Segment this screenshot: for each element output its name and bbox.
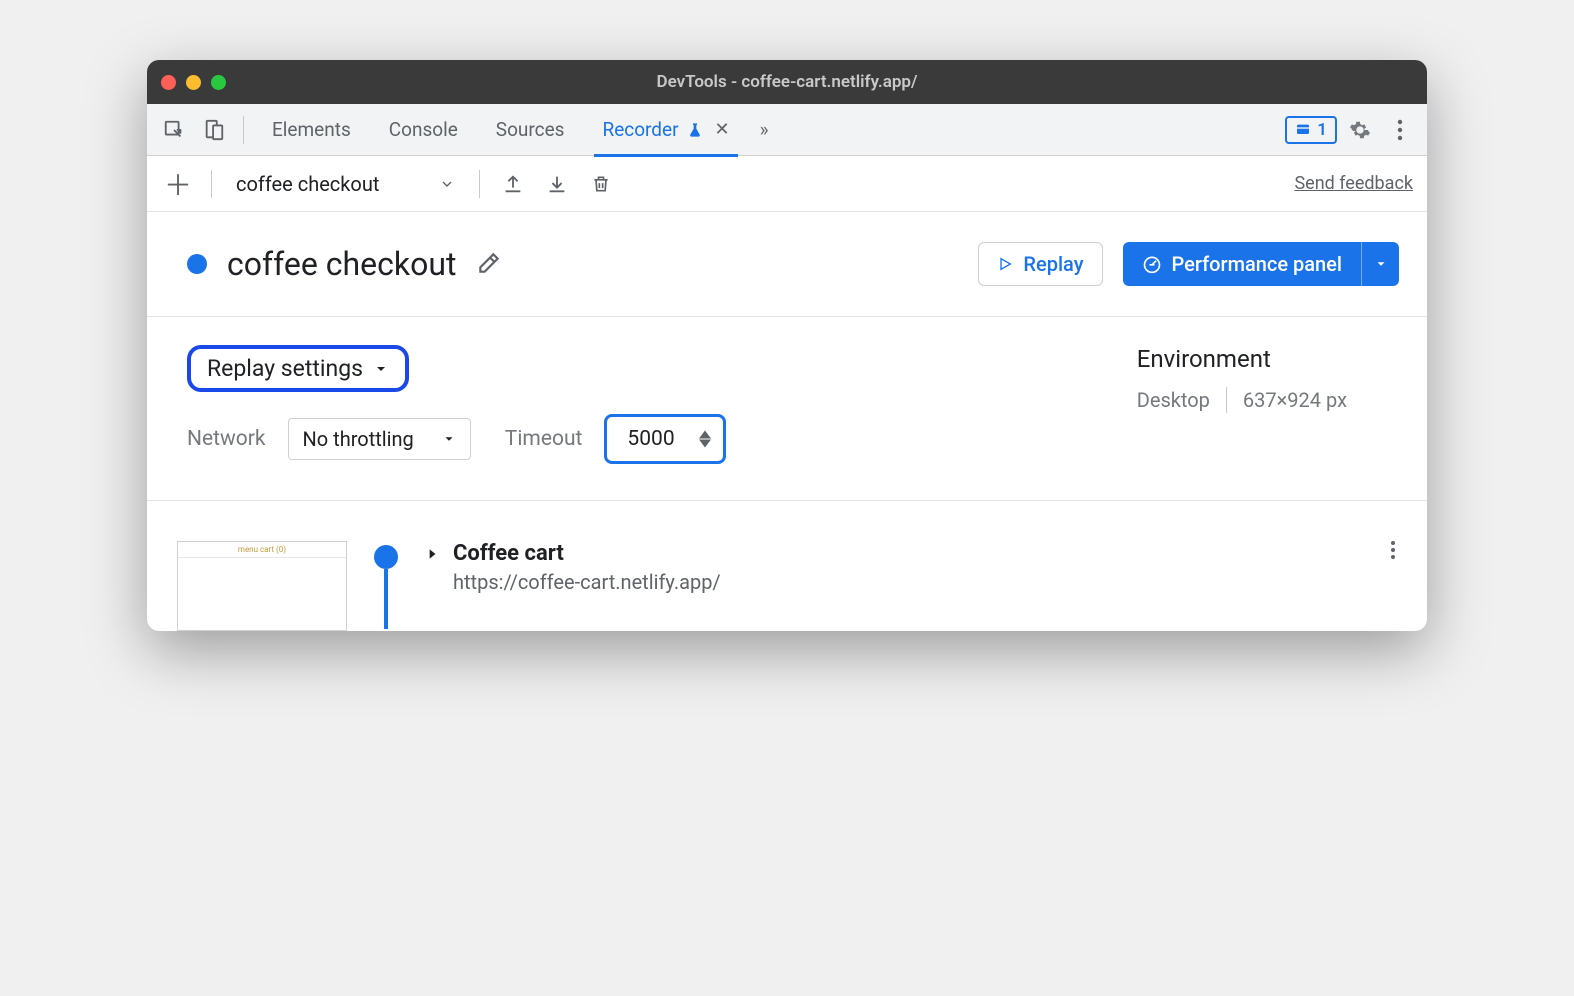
network-throttling-value: No throttling [303, 427, 414, 451]
performance-panel-dropdown[interactable] [1361, 242, 1399, 286]
gauge-icon [1142, 254, 1162, 274]
step-thumbnail: menu cart (0) [177, 541, 347, 631]
replay-settings-label: Replay settings [207, 355, 363, 382]
performance-panel-label: Performance panel [1172, 252, 1343, 276]
replay-settings-group: Replay settings Network No throttling Ti… [187, 345, 726, 464]
step-more-menu[interactable] [1391, 541, 1395, 559]
settings-section: Replay settings Network No throttling Ti… [147, 317, 1427, 501]
timeline-line [384, 569, 388, 629]
stepper-up-icon [699, 430, 711, 439]
network-throttling-select[interactable]: No throttling [288, 418, 471, 460]
close-tab-icon[interactable]: ✕ [715, 119, 730, 140]
step-title: Coffee cart [453, 541, 721, 566]
device-toolbar-icon[interactable] [197, 113, 231, 147]
chevron-down-icon [439, 176, 455, 192]
recording-selector-value: coffee checkout [236, 172, 379, 196]
environment-label: Environment [1137, 345, 1347, 373]
caret-down-icon [373, 361, 389, 377]
replay-button-label: Replay [1023, 252, 1083, 276]
environment-group: Environment Desktop 637×924 px [1137, 345, 1387, 413]
import-icon[interactable] [540, 167, 574, 201]
thumbnail-header: menu cart (0) [178, 542, 346, 558]
tab-elements[interactable]: Elements [256, 104, 367, 156]
recording-header: coffee checkout Replay Performance panel [147, 212, 1427, 317]
play-icon [997, 256, 1013, 272]
settings-gear-icon[interactable] [1343, 113, 1377, 147]
traffic-lights [161, 75, 226, 90]
new-recording-button[interactable]: ＋ [161, 167, 195, 201]
step-url: https://coffee-cart.netlify.app/ [453, 570, 721, 594]
timeout-value: 5000 [627, 427, 674, 451]
export-icon[interactable] [496, 167, 530, 201]
devtools-window: DevTools - coffee-cart.netlify.app/ Elem… [147, 60, 1427, 631]
devtools-tabs: Elements Console Sources Recorder ✕ » 1 [147, 104, 1427, 156]
performance-panel-button[interactable]: Performance panel [1123, 242, 1362, 286]
separator [243, 116, 244, 144]
recording-steps: menu cart (0) Coffee cart https://coffee… [147, 501, 1427, 631]
timeout-label: Timeout [505, 427, 583, 451]
minimize-window-button[interactable] [186, 75, 201, 90]
more-menu-icon[interactable] [1383, 113, 1417, 147]
environment-values: Desktop 637×924 px [1137, 387, 1347, 413]
titlebar: DevTools - coffee-cart.netlify.app/ [147, 60, 1427, 104]
issues-count: 1 [1317, 120, 1327, 140]
caret-down-icon [1374, 257, 1388, 271]
recording-status-dot [187, 254, 207, 274]
separator [1226, 387, 1227, 413]
timeout-stepper[interactable] [699, 430, 711, 448]
timeout-input[interactable]: 5000 [604, 414, 725, 464]
recording-selector[interactable]: coffee checkout [228, 172, 463, 196]
maximize-window-button[interactable] [211, 75, 226, 90]
separator [479, 170, 480, 198]
expand-step-icon[interactable] [425, 547, 439, 561]
edit-title-icon[interactable] [476, 250, 504, 278]
tab-recorder[interactable]: Recorder ✕ [586, 104, 745, 156]
environment-device: Desktop [1137, 388, 1210, 412]
performance-panel-split-button: Performance panel [1123, 242, 1400, 286]
inspect-element-icon[interactable] [157, 113, 191, 147]
window-title: DevTools - coffee-cart.netlify.app/ [147, 72, 1427, 92]
tab-console[interactable]: Console [373, 104, 474, 156]
close-window-button[interactable] [161, 75, 176, 90]
separator [211, 170, 212, 198]
replay-settings-controls: Network No throttling Timeout 5000 [187, 414, 726, 464]
recording-title: coffee checkout [227, 245, 456, 283]
timeline [371, 541, 401, 629]
delete-icon[interactable] [584, 167, 618, 201]
stepper-down-icon [699, 439, 711, 448]
environment-dimensions: 637×924 px [1243, 388, 1347, 412]
timeline-dot [374, 545, 398, 569]
issues-badge[interactable]: 1 [1285, 116, 1337, 144]
caret-down-icon [442, 432, 456, 446]
replay-settings-toggle[interactable]: Replay settings [187, 345, 409, 392]
step-text: Coffee cart https://coffee-cart.netlify.… [453, 541, 721, 594]
tab-sources[interactable]: Sources [480, 104, 581, 156]
recorder-toolbar: ＋ coffee checkout Send feedback [147, 156, 1427, 212]
tab-recorder-label: Recorder [602, 118, 678, 141]
tabs-overflow[interactable]: » [752, 104, 777, 156]
step-row: Coffee cart https://coffee-cart.netlify.… [425, 541, 1407, 594]
replay-button[interactable]: Replay [978, 242, 1102, 286]
send-feedback-link[interactable]: Send feedback [1294, 173, 1413, 194]
network-label: Network [187, 427, 266, 451]
issues-icon [1295, 122, 1311, 138]
flask-icon [687, 122, 703, 138]
